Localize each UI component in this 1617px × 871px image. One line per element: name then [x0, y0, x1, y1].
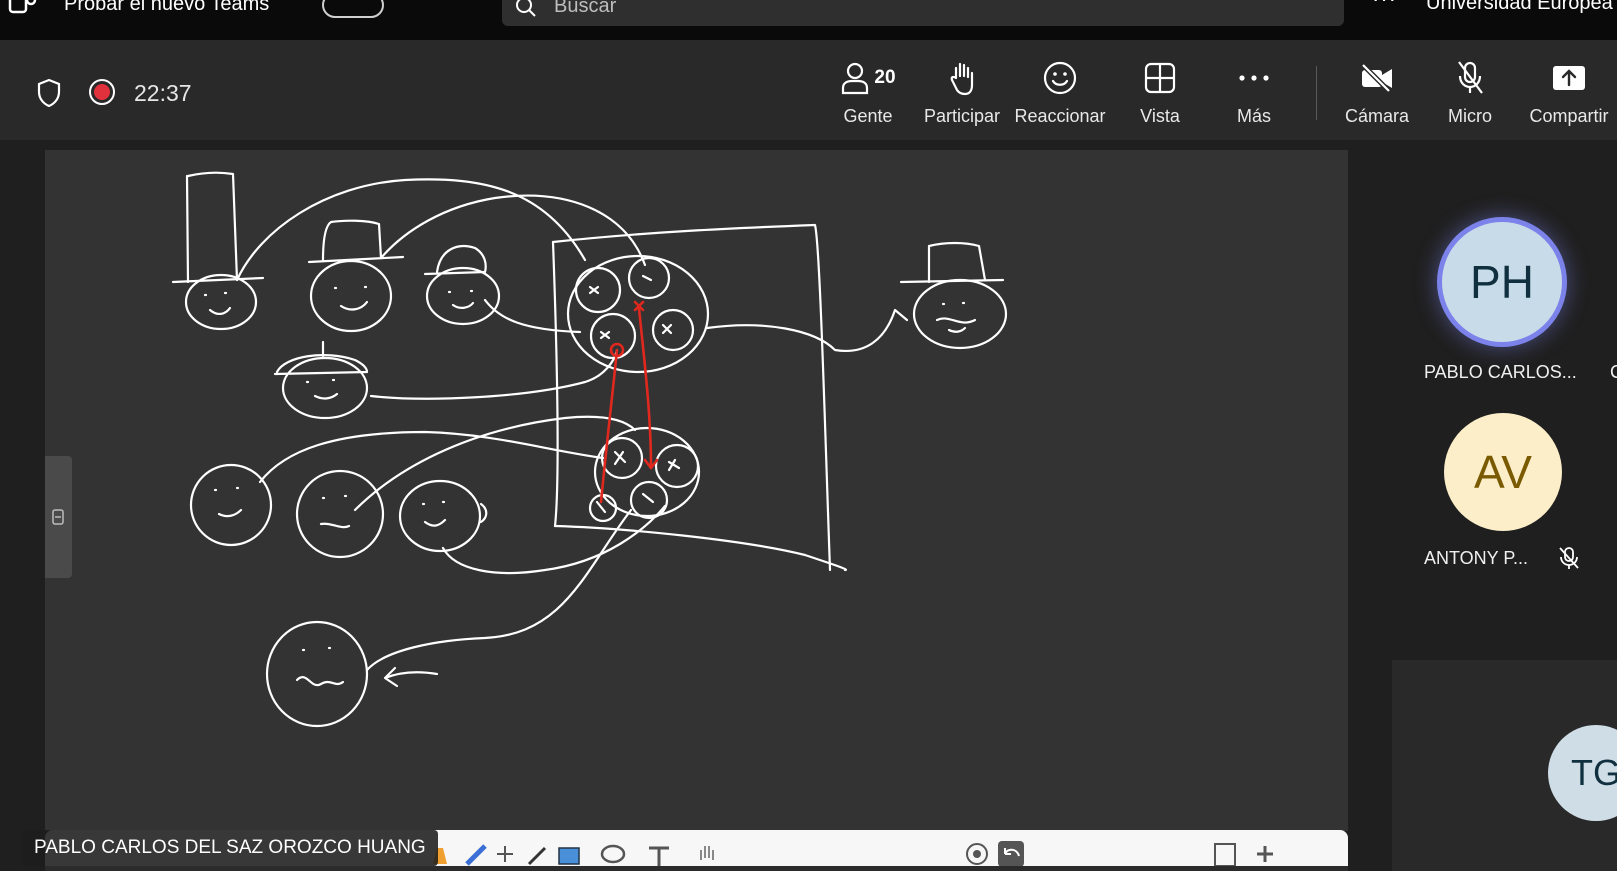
add-page-icon[interactable]	[1251, 840, 1279, 868]
react-button[interactable]: Reaccionar	[1013, 40, 1107, 140]
share-button[interactable]: Compartir	[1524, 40, 1614, 140]
view-label: Vista	[1140, 106, 1180, 126]
camera-label: Cámara	[1344, 106, 1410, 126]
participant-avatar-speaking[interactable]: PH	[1442, 222, 1562, 342]
shield-icon[interactable]	[36, 78, 62, 108]
hand-tool-icon[interactable]	[693, 840, 721, 868]
participant-name: PABLO CARLOS...	[1424, 362, 1577, 382]
teams-logo-icon	[8, 0, 37, 14]
drawn-face-middle	[273, 340, 369, 420]
meeting-control-bar: 22:37 20 Gente Participar Reaccionar Vis…	[0, 40, 1617, 140]
people-icon	[842, 62, 869, 95]
search-icon	[516, 0, 536, 17]
mic-label: Micro	[1448, 106, 1492, 126]
mic-off-icon	[1458, 61, 1483, 94]
grid-view-icon	[1144, 62, 1176, 94]
recording-indicator-icon	[89, 79, 115, 105]
shared-screen-taskbar	[45, 866, 1348, 871]
shared-whiteboard[interactable]	[45, 150, 1348, 831]
presenter-name-label: PABLO CARLOS DEL SAZ OROZCO HUANG	[22, 830, 438, 866]
more-label: Más	[1236, 106, 1271, 126]
drawn-face-bottom-2	[295, 469, 385, 559]
drag-handle-icon	[52, 509, 64, 525]
view-button[interactable]: Vista	[1130, 40, 1190, 140]
marker-tool-icon[interactable]	[463, 840, 491, 868]
text-tool-icon[interactable]	[645, 840, 673, 868]
people-button[interactable]: 20 Gente	[834, 40, 902, 140]
react-label: Reaccionar	[1014, 106, 1106, 126]
more-options-icon[interactable]: ···	[1372, 0, 1397, 12]
people-label: Gente	[843, 106, 893, 126]
raise-hand-label: Participar	[923, 106, 1001, 126]
undo-icon[interactable]	[997, 840, 1025, 868]
participant-name: ANTONY P...	[1424, 548, 1529, 568]
drawn-face-bottom-4	[265, 620, 439, 728]
drawn-face-bowler	[307, 219, 405, 333]
title-bar: Probar el nuevo Teams Buscar ··· Univers…	[0, 0, 1617, 40]
drawn-face-bottom-1	[189, 463, 273, 547]
camera-off-icon	[1361, 63, 1392, 93]
raise-hand-button[interactable]: Participar	[920, 40, 1004, 140]
participants-panel	[1388, 140, 1617, 660]
shape-tool-icon[interactable]	[555, 840, 583, 868]
meeting-timer: 22:37	[134, 80, 192, 106]
lasso-tool-icon[interactable]	[599, 840, 627, 868]
whiteboard-drawing	[171, 171, 1008, 728]
new-teams-toggle[interactable]	[322, 0, 384, 18]
smiley-icon	[1043, 61, 1077, 95]
pencil-icon[interactable]	[523, 840, 551, 868]
search-placeholder: Buscar	[554, 0, 617, 17]
share-screen-icon	[1553, 66, 1585, 90]
search-box[interactable]: Buscar	[502, 0, 1344, 26]
drawn-face-tophat	[171, 171, 265, 331]
new-teams-label: Probar el nuevo Teams	[64, 0, 270, 15]
ellipsis-icon	[1239, 75, 1269, 81]
target-icon[interactable]	[963, 840, 991, 868]
camera-button[interactable]: Cámara	[1342, 40, 1412, 140]
participant-name-partial: C	[1610, 362, 1617, 382]
panel-collapse-handle[interactable]	[45, 456, 72, 578]
share-label: Compartir	[1529, 106, 1609, 126]
participant-avatar[interactable]: AV	[1444, 413, 1562, 531]
drawn-face-right	[899, 241, 1008, 350]
page-icon[interactable]	[1211, 840, 1239, 868]
add-icon[interactable]	[491, 840, 519, 868]
mic-button[interactable]: Micro	[1442, 40, 1498, 140]
organization-name[interactable]: Universidad Europea	[1426, 0, 1613, 15]
more-actions-button[interactable]: Más	[1228, 40, 1280, 140]
drawn-face-cap	[423, 245, 501, 326]
drawn-face-bottom-3	[398, 479, 488, 553]
toolbar-divider	[1316, 66, 1317, 120]
raise-hand-icon	[950, 62, 974, 96]
participant-muted-icon	[1559, 547, 1579, 569]
people-count: 20	[874, 67, 896, 88]
